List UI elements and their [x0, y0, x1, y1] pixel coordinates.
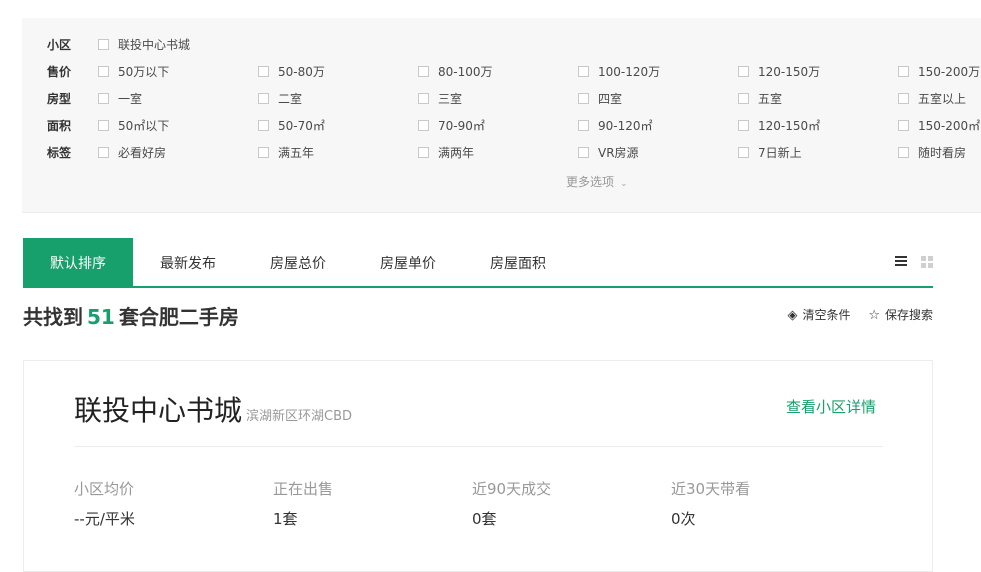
- filter-row-price: 售价 50万以下 50-80万 80-100万 100-120万 120-150…: [22, 62, 981, 82]
- tab-default-sort[interactable]: 默认排序: [23, 238, 133, 286]
- clear-filters-button[interactable]: ◈ 清空条件: [787, 306, 850, 323]
- filter-option[interactable]: 满五年: [258, 143, 314, 163]
- filter-option[interactable]: 五室以上: [898, 89, 966, 109]
- checkbox[interactable]: [578, 93, 589, 104]
- filter-option[interactable]: 50㎡以下: [98, 116, 169, 136]
- filter-option[interactable]: 150-200㎡: [898, 116, 980, 136]
- filter-row-area: 面积 50㎡以下 50-70㎡ 70-90㎡ 90-120㎡ 120-150㎡ …: [22, 116, 981, 136]
- filter-option[interactable]: 70-90㎡: [418, 116, 485, 136]
- checkbox[interactable]: [898, 66, 909, 77]
- filter-panel: 小区 联投中心书城 售价 50万以下 50-80万 80-100万 100-12…: [22, 18, 981, 213]
- checkbox[interactable]: [98, 147, 109, 158]
- checkbox[interactable]: [738, 66, 749, 77]
- eraser-icon: ◈: [787, 308, 798, 323]
- filter-option[interactable]: 二室: [258, 89, 302, 109]
- result-number: 51: [87, 305, 115, 329]
- checkbox[interactable]: [98, 120, 109, 131]
- community-card: 联投中心书城 滨湖新区环湖CBD 查看小区详情 小区均价 --元/平米 正在出售 …: [23, 360, 933, 572]
- tab-unit-price[interactable]: 房屋单价: [353, 238, 463, 286]
- search-actions: ◈ 清空条件 ☆ 保存搜索: [773, 306, 933, 323]
- filter-option[interactable]: 100-120万: [578, 62, 660, 82]
- filter-row-layout: 房型 一室 二室 三室 四室 五室 五室以上: [22, 89, 981, 109]
- checkbox[interactable]: [258, 120, 269, 131]
- stat-deals-90d: 近90天成交 0套: [472, 480, 552, 528]
- checkbox[interactable]: [418, 66, 429, 77]
- checkbox[interactable]: [898, 120, 909, 131]
- tab-area[interactable]: 房屋面积: [463, 238, 573, 286]
- filter-option[interactable]: VR房源: [578, 143, 639, 163]
- stat-avg-price: 小区均价 --元/平米: [74, 480, 135, 528]
- stat-visits-30d: 近30天带看 0次: [671, 480, 751, 528]
- checkbox[interactable]: [418, 147, 429, 158]
- filter-option[interactable]: 50-80万: [258, 62, 325, 82]
- checkbox[interactable]: [98, 66, 109, 77]
- checkbox[interactable]: [578, 120, 589, 131]
- filter-option[interactable]: 120-150万: [738, 62, 820, 82]
- filter-option[interactable]: 80-100万: [418, 62, 493, 82]
- filter-option[interactable]: 50-70㎡: [258, 116, 325, 136]
- checkbox[interactable]: [98, 93, 109, 104]
- checkbox[interactable]: [418, 93, 429, 104]
- checkbox[interactable]: [738, 120, 749, 131]
- checkbox[interactable]: [258, 66, 269, 77]
- checkbox[interactable]: [898, 147, 909, 158]
- filter-row-tags: 标签 必看好房 满五年 满两年 VR房源 7日新上 随时看房: [22, 143, 981, 163]
- checkbox[interactable]: [738, 147, 749, 158]
- filter-option[interactable]: 满两年: [418, 143, 474, 163]
- grid-view-icon[interactable]: [921, 256, 933, 268]
- checkbox[interactable]: [258, 147, 269, 158]
- divider: [74, 446, 883, 447]
- filter-option[interactable]: 三室: [418, 89, 462, 109]
- filter-row-label: 小区: [47, 38, 72, 52]
- checkbox[interactable]: [738, 93, 749, 104]
- chevron-down-icon: ⌄: [620, 179, 628, 189]
- checkbox[interactable]: [418, 120, 429, 131]
- filter-option[interactable]: 120-150㎡: [738, 116, 820, 136]
- filter-option[interactable]: 7日新上: [738, 143, 802, 163]
- stat-on-sale: 正在出售 1套: [273, 480, 334, 528]
- filter-row-label: 面积: [47, 119, 72, 133]
- more-options-button[interactable]: 更多选项 ⌄: [566, 173, 628, 190]
- filter-option[interactable]: 一室: [98, 89, 142, 109]
- checkbox[interactable]: [578, 147, 589, 158]
- star-icon: ☆: [868, 308, 880, 323]
- filter-row-label: 售价: [47, 65, 72, 79]
- community-area: 滨湖新区环湖CBD: [246, 409, 353, 424]
- sort-tabs: 默认排序 最新发布 房屋总价 房屋单价 房屋面积: [23, 238, 933, 288]
- tab-newest[interactable]: 最新发布: [133, 238, 243, 286]
- filter-option[interactable]: 联投中心书城: [98, 35, 190, 55]
- checkbox[interactable]: [898, 93, 909, 104]
- filter-option[interactable]: 四室: [578, 89, 622, 109]
- filter-option[interactable]: 90-120㎡: [578, 116, 653, 136]
- filter-row-label: 房型: [47, 92, 72, 106]
- list-view-icon[interactable]: [895, 256, 907, 267]
- community-title: 联投中心书城 滨湖新区环湖CBD: [74, 394, 353, 427]
- filter-row-community: 小区 联投中心书城: [22, 35, 981, 55]
- checkbox[interactable]: [98, 39, 109, 50]
- tab-total-price[interactable]: 房屋总价: [243, 238, 353, 286]
- filter-option[interactable]: 50万以下: [98, 62, 169, 82]
- checkbox[interactable]: [258, 93, 269, 104]
- filter-option[interactable]: 150-200万: [898, 62, 980, 82]
- filter-option[interactable]: 必看好房: [98, 143, 166, 163]
- filter-option[interactable]: 随时看房: [898, 143, 966, 163]
- community-detail-link[interactable]: 查看小区详情: [786, 396, 876, 417]
- save-search-button[interactable]: ☆ 保存搜索: [868, 306, 933, 323]
- filter-row-label: 标签: [47, 146, 72, 160]
- filter-option[interactable]: 五室: [738, 89, 782, 109]
- result-count: 共找到 51 套合肥二手房: [23, 305, 239, 329]
- checkbox[interactable]: [578, 66, 589, 77]
